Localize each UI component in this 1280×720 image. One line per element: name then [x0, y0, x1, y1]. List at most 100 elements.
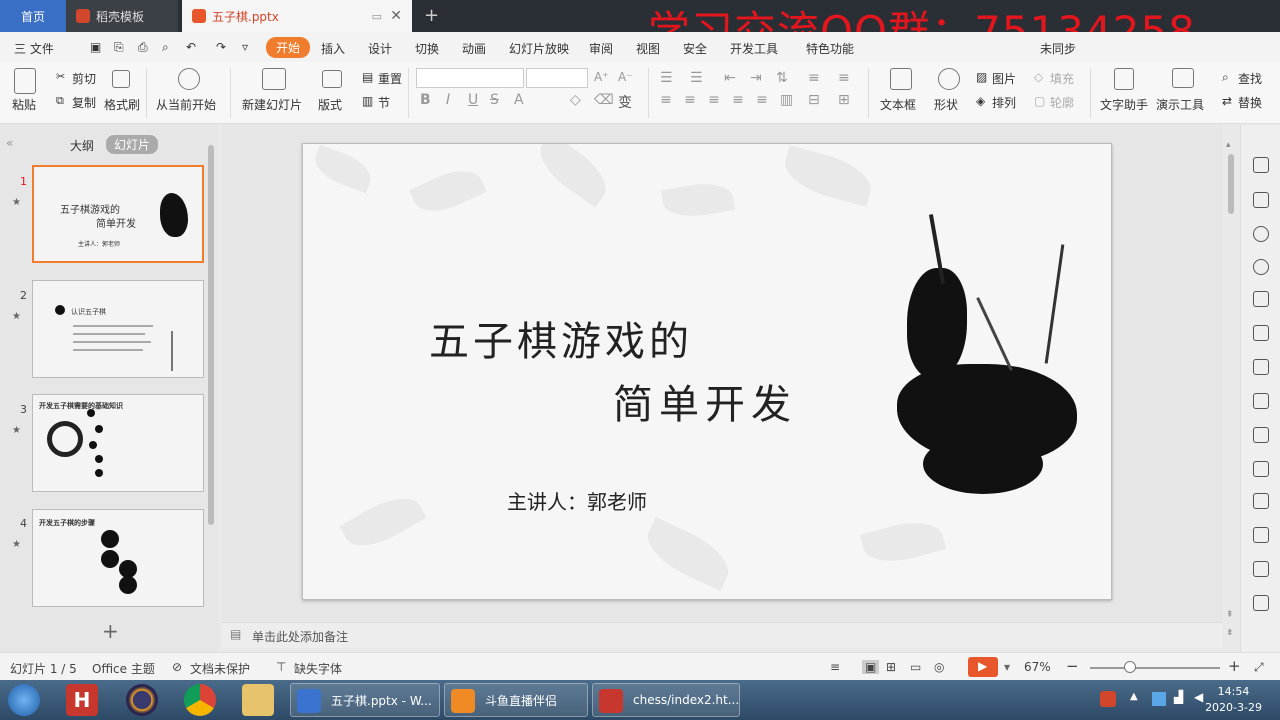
archive-icon[interactable] [1253, 493, 1269, 509]
menu-animation[interactable]: 动画 [462, 40, 486, 57]
thumbnail-scrollbar[interactable] [208, 145, 214, 525]
menu-special[interactable]: 特色功能 [806, 40, 854, 57]
current-slide[interactable]: 五子棋游戏的 简单开发 主讲人：郭老师 [302, 143, 1112, 600]
menu-start[interactable]: 开始 [266, 37, 311, 58]
format-painter-button[interactable]: 格式刷 [104, 96, 140, 113]
paste-button[interactable]: 粘贴 [12, 96, 36, 113]
scroll-thumb[interactable] [1228, 154, 1234, 214]
font-size-select[interactable] [526, 68, 588, 88]
replace-button[interactable]: 替换 [1238, 94, 1262, 111]
slide-thumbnail-1[interactable]: 五子棋游戏的 简单开发 主讲人：郭老师 [32, 165, 204, 263]
section-button[interactable]: 节 [378, 94, 390, 111]
fill-icon[interactable]: ◇ [1034, 70, 1043, 84]
preview-icon[interactable]: ⌕ [162, 40, 169, 55]
zoom-out-button[interactable]: − [1066, 657, 1079, 675]
new-tab-button[interactable]: + [424, 5, 439, 26]
copy-icon[interactable]: ⧉ [56, 94, 64, 108]
vertical-align-icon[interactable]: ⊟ [808, 92, 820, 108]
switch-icon[interactable] [1253, 192, 1269, 208]
fill-button[interactable]: 填充 [1050, 70, 1074, 87]
cut-scissors-icon[interactable]: ✂ [56, 70, 65, 83]
menu-transition[interactable]: 切换 [415, 40, 439, 57]
chart-icon[interactable] [1253, 359, 1269, 375]
shape-button[interactable]: 形状 [934, 96, 958, 113]
windows-start-icon[interactable] [8, 684, 40, 716]
slide-vertical-scrollbar[interactable]: ▴ ⇞ ⇟ [1226, 140, 1236, 650]
columns-icon[interactable]: ▥ [780, 92, 793, 108]
menu-file[interactable]: 三 文件 [14, 40, 54, 57]
print-icon[interactable]: ⎙ [138, 40, 148, 55]
outline-button[interactable]: 轮廓 [1050, 94, 1074, 111]
arrange-icon[interactable]: ◈ [976, 94, 985, 108]
justify-icon[interactable]: ≡ [732, 92, 744, 108]
font-color-button[interactable]: A [514, 92, 524, 108]
normal-view-icon[interactable]: ▣ [862, 660, 880, 674]
reset-button[interactable]: 重置 [378, 70, 402, 87]
menu-slideshow[interactable]: 幻灯片放映 [509, 40, 569, 57]
menu-view[interactable]: 视图 [636, 40, 660, 57]
slide-thumbnail-3[interactable]: 开发五子棋需要的基础知识 [32, 394, 204, 492]
italic-button[interactable]: I [446, 92, 450, 108]
present-tools-button[interactable]: 演示工具 [1156, 96, 1204, 113]
picture-button[interactable]: 图片 [992, 70, 1016, 87]
grid-icon[interactable] [1253, 325, 1269, 341]
eraser-icon[interactable]: ⌫ [594, 92, 614, 108]
tab-slides[interactable]: 幻灯片 [106, 135, 159, 154]
arrange-button[interactable]: 排列 [992, 94, 1016, 111]
wps-tray-icon[interactable] [1100, 691, 1116, 707]
audio-icon[interactable] [1253, 561, 1269, 577]
signal-icon[interactable]: ▟ [1174, 690, 1183, 704]
notes-area[interactable]: ▤ 单击此处添加备注 [222, 622, 1222, 648]
tab-active-document[interactable]: 五子棋.pptx ▭ ✕ [182, 0, 412, 32]
previous-slide-icon[interactable]: ⇞ [1226, 610, 1234, 620]
image-icon[interactable] [1253, 527, 1269, 543]
slide-thumbnail-2[interactable]: 认识五子棋 [32, 280, 204, 378]
underline-button[interactable]: U [468, 92, 478, 108]
reset-icon[interactable]: ▤ [362, 70, 373, 84]
taskbar-window-chess[interactable]: chess/index2.ht... [592, 683, 740, 717]
decrease-indent-icon[interactable]: ⇤ [724, 70, 736, 86]
align-center-icon[interactable]: ≡ [684, 92, 696, 108]
redo-icon[interactable]: ↷ [216, 40, 226, 54]
zoom-slider-track[interactable] [1090, 667, 1220, 669]
bold-button[interactable]: B [420, 92, 431, 108]
distribute-icon[interactable]: ≡ [756, 92, 768, 108]
menu-insert[interactable]: 插入 [321, 40, 345, 57]
new-slide-icon[interactable] [262, 68, 286, 90]
add-slide-button[interactable]: + [102, 619, 119, 643]
textbox-button[interactable]: 文本框 [880, 96, 916, 113]
gallery-icon[interactable] [1253, 427, 1269, 443]
increase-indent-icon[interactable]: ⇥ [750, 70, 762, 86]
notes-placeholder[interactable]: 单击此处添加备注 [252, 628, 348, 645]
menu-design[interactable]: 设计 [368, 40, 392, 57]
layout-button[interactable]: 版式 [318, 96, 342, 113]
undo-icon[interactable]: ↶ [186, 40, 196, 54]
play-slideshow-button[interactable]: ▶ [968, 657, 998, 677]
notes-toggle-icon[interactable]: ≡ [830, 660, 840, 674]
slide-speaker-text[interactable]: 主讲人：郭老师 [507, 486, 647, 515]
copy-button[interactable]: 复制 [72, 94, 96, 111]
slide-title-line1[interactable]: 五子棋游戏的 [429, 309, 693, 367]
file-explorer-icon[interactable] [242, 684, 274, 716]
menu-security[interactable]: 安全 [683, 40, 707, 57]
numbered-list-icon[interactable]: ☰ [690, 70, 703, 86]
grow-font-button[interactable]: A⁺ [594, 70, 609, 84]
shape-effects-icon[interactable] [1253, 226, 1269, 242]
reading-view-icon[interactable]: ▭ [910, 660, 921, 674]
close-tab-icon[interactable]: ✕ [390, 8, 402, 24]
menu-sync[interactable]: 未同步 [1040, 40, 1076, 57]
align-right-icon[interactable]: ≡ [708, 92, 720, 108]
chrome-app-icon[interactable] [184, 684, 216, 716]
presenter-view-icon[interactable]: ◎ [934, 660, 944, 674]
fit-window-icon[interactable]: ⤢ [1254, 660, 1264, 675]
section-icon[interactable]: ▥ [362, 94, 373, 108]
network-app-tray-icon[interactable] [1152, 692, 1166, 706]
textbox-icon[interactable] [890, 68, 912, 90]
tab-home[interactable]: 首页 [0, 0, 66, 32]
play-from-current-icon[interactable] [178, 68, 200, 90]
from-current-button[interactable]: 从当前开始 [156, 96, 216, 113]
shape-icon[interactable] [938, 68, 960, 90]
eclipse-app-icon[interactable] [126, 684, 158, 716]
layout-icon[interactable] [322, 70, 342, 88]
share-icon[interactable] [1253, 461, 1269, 477]
